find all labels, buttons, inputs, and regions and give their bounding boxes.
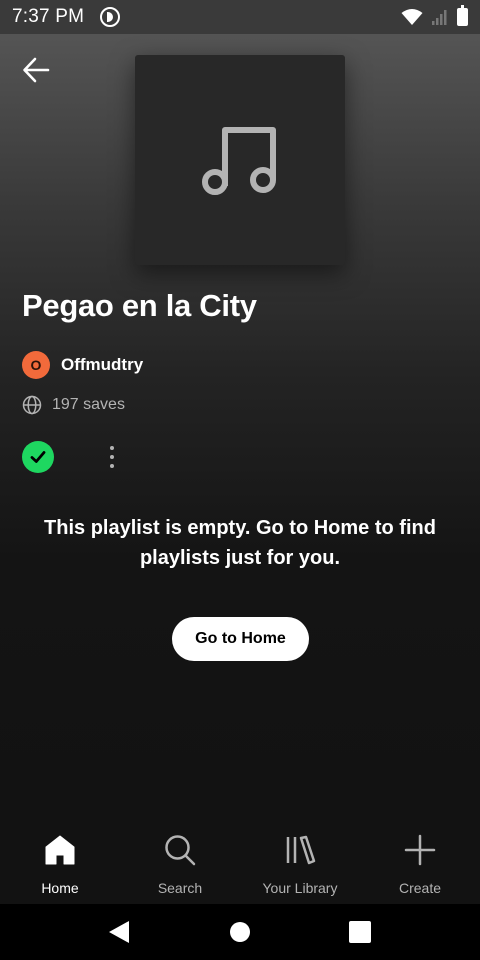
- saves-row: 197 saves: [22, 395, 125, 415]
- saved-check-icon[interactable]: [22, 441, 54, 473]
- nav-label-create: Create: [398, 880, 442, 896]
- plus-icon: [403, 833, 437, 867]
- library-icon: [283, 833, 317, 867]
- nav-label-search: Search: [157, 880, 203, 896]
- nav-label-your-library: Your Library: [262, 880, 338, 896]
- nav-item-search[interactable]: Search: [120, 818, 240, 904]
- actions-row: [22, 441, 122, 473]
- nav-label-home: Home: [41, 880, 79, 896]
- nav-item-create[interactable]: Create: [360, 818, 480, 904]
- status-bar: 7:37 PM: [0, 0, 480, 34]
- search-icon: [163, 833, 197, 867]
- system-nav-bar: [0, 904, 480, 960]
- playlist-screen: 7:37 PM Pegao en la City O Offmudtry 197…: [0, 0, 480, 960]
- owner-row[interactable]: O Offmudtry: [22, 351, 143, 379]
- status-time: 7:37 PM: [12, 6, 85, 27]
- playlist-cover: [135, 55, 345, 265]
- back-button[interactable]: [18, 52, 54, 88]
- owner-name[interactable]: Offmudtry: [61, 355, 143, 375]
- battery-icon: [457, 5, 468, 26]
- globe-icon: [22, 395, 42, 415]
- bottom-nav: Home Search Your Library Create: [0, 818, 480, 904]
- back-triangle-icon[interactable]: [107, 920, 131, 944]
- home-circle-icon[interactable]: [228, 920, 252, 944]
- status-icons: [401, 5, 468, 26]
- home-icon: [43, 833, 77, 867]
- music-note-icon: [202, 127, 276, 195]
- signal-icon: [432, 10, 447, 25]
- recents-square-icon[interactable]: [348, 920, 372, 944]
- wifi-icon: [401, 9, 423, 25]
- arrow-left-icon: [23, 57, 50, 83]
- playlist-title: Pegao en la City: [22, 288, 257, 323]
- saves-count: 197 saves: [52, 396, 125, 413]
- empty-playlist-message: This playlist is empty. Go to Home to fi…: [44, 517, 436, 569]
- owner-avatar[interactable]: O: [22, 351, 50, 379]
- go-to-home-button[interactable]: Go to Home: [172, 617, 309, 661]
- app-notification-icon: [100, 7, 121, 27]
- more-options-icon[interactable]: [102, 441, 122, 473]
- nav-item-your-library[interactable]: Your Library: [240, 818, 360, 904]
- nav-item-home[interactable]: Home: [0, 818, 120, 904]
